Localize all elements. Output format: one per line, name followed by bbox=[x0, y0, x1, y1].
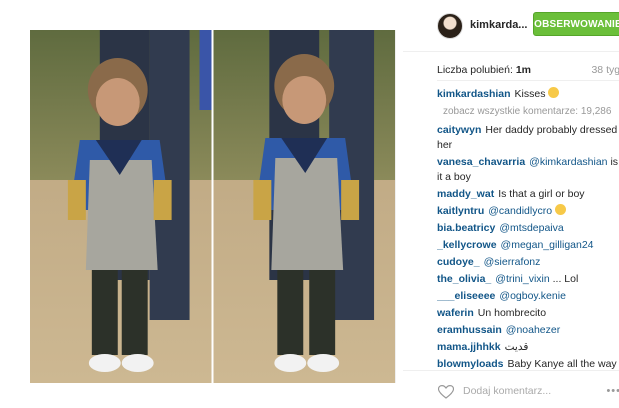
comment-mention[interactable]: @mtsdepaiva bbox=[499, 222, 563, 234]
comment-item: ___eliseeee @ogboy.kenie bbox=[437, 289, 619, 304]
comment-item: caitywyn Her daddy probably dressed her bbox=[437, 123, 619, 153]
comment-item: bia.beatricy @mtsdepaiva bbox=[437, 221, 619, 236]
comment-user[interactable]: ___eliseeee bbox=[437, 290, 495, 302]
more-icon[interactable]: ••• bbox=[606, 385, 619, 397]
post-window: kimkarda... OBSERWOWANIE Liczba polubień… bbox=[10, 0, 619, 408]
username-link[interactable]: kimkarda... bbox=[470, 19, 527, 31]
photo-image bbox=[30, 30, 395, 383]
comment-user[interactable]: kaitlyntru bbox=[437, 205, 484, 217]
likes-value: 1m bbox=[515, 64, 531, 76]
caption-user[interactable]: kimkardashian bbox=[437, 88, 511, 100]
comment-text: ... Lol bbox=[552, 273, 579, 285]
kiss-emoji-icon bbox=[548, 87, 560, 98]
likes-count[interactable]: Liczba polubień: 1m bbox=[437, 64, 531, 76]
post-footer: Dodaj komentarz... ••• bbox=[403, 370, 619, 408]
comment-user[interactable]: caitywyn bbox=[437, 124, 481, 136]
comment-user[interactable]: waferin bbox=[437, 307, 474, 319]
comment-item: eramhussain @noahezer bbox=[437, 323, 619, 338]
comment-text: قديت bbox=[504, 341, 529, 353]
divider bbox=[437, 80, 619, 81]
comment-mention[interactable]: @megan_gilligan24 bbox=[501, 239, 594, 251]
add-comment-input[interactable]: Dodaj komentarz... bbox=[463, 385, 551, 397]
comment-user[interactable]: vanesa_chavarria bbox=[437, 156, 525, 168]
follow-button[interactable]: OBSERWOWANIE bbox=[533, 12, 619, 36]
likes-row: Liczba polubień: 1m 38 tyg. bbox=[437, 64, 619, 80]
comment-item: _kellycrowe @megan_gilligan24 bbox=[437, 238, 619, 253]
caption: kimkardashian Kisses bbox=[437, 87, 619, 102]
post-side-panel: kimkarda... OBSERWOWANIE Liczba polubień… bbox=[403, 0, 619, 408]
comment-user[interactable]: mama.jjhhkk bbox=[437, 341, 501, 353]
comment-text: Is that a girl or boy bbox=[498, 188, 585, 200]
post-header: kimkarda... OBSERWOWANIE bbox=[403, 0, 619, 52]
heart-icon[interactable] bbox=[438, 385, 454, 399]
comment-item: vanesa_chavarria @kimkardashian is it a b… bbox=[437, 155, 619, 185]
comment-item: blowmyloadsBaby Kanye all the way to the… bbox=[437, 357, 619, 369]
comments-list: kimkardashian Kisses zobacz wszystkie kom… bbox=[437, 87, 619, 369]
post-photo[interactable] bbox=[30, 30, 396, 383]
comment-item: waferin Un hombrecito bbox=[437, 306, 619, 321]
comment-mention[interactable]: @ogboy.kenie bbox=[499, 290, 566, 302]
comment-mention[interactable]: @candidlycro bbox=[488, 205, 552, 217]
comment-user[interactable]: the_olivia_ bbox=[437, 273, 491, 285]
comment-user[interactable]: bia.beatricy bbox=[437, 222, 495, 234]
comment-mention[interactable]: @noahezer bbox=[506, 324, 560, 336]
comment-item: mama.jjhhkk قديت bbox=[437, 340, 619, 355]
comment-user[interactable]: blowmyloads bbox=[437, 358, 504, 369]
comment-user[interactable]: _kellycrowe bbox=[437, 239, 497, 251]
comment-user[interactable]: maddy_wat bbox=[437, 188, 494, 200]
comment-item: kaitlyntru @candidlycro bbox=[437, 204, 619, 219]
comment-item: maddy_wat Is that a girl or boy bbox=[437, 187, 619, 202]
comment-user[interactable]: cudoye_ bbox=[437, 256, 480, 268]
emoji-icon bbox=[554, 204, 566, 215]
comment-user[interactable]: eramhussain bbox=[437, 324, 502, 336]
comment-mention[interactable]: @sierrafonz bbox=[484, 256, 541, 268]
comment-item: cudoye_ @sierrafonz bbox=[437, 255, 619, 270]
comment-mention[interactable]: @kimkardashian bbox=[529, 156, 607, 168]
comment-item: the_olivia_ @trini_vixin ... Lol bbox=[437, 272, 619, 287]
post-age[interactable]: 38 tyg. bbox=[591, 64, 619, 76]
likes-label: Liczba polubień: bbox=[437, 64, 513, 76]
comment-text: Un hombrecito bbox=[477, 307, 547, 319]
see-all-comments-link[interactable]: zobacz wszystkie komentarze: 19,286 bbox=[443, 104, 619, 119]
avatar[interactable] bbox=[437, 13, 463, 39]
caption-text: Kisses bbox=[514, 88, 546, 100]
comment-mention[interactable]: @trini_vixin bbox=[495, 273, 549, 285]
